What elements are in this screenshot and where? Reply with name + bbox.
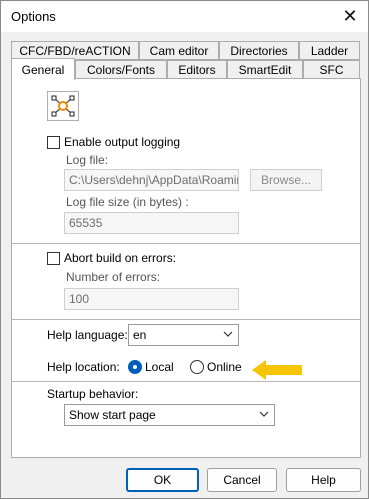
chevron-down-icon xyxy=(259,411,269,417)
help-language-label: Help language: xyxy=(47,328,128,342)
tab-label: General xyxy=(21,62,65,77)
tab-label: Ladder xyxy=(310,43,349,58)
annotation-arrow-icon xyxy=(252,360,302,380)
general-tab-panel: Enable output logging Log file: C:\Users… xyxy=(11,78,361,458)
browse-button[interactable]: Browse... xyxy=(250,169,322,191)
help-language-value: en xyxy=(133,328,147,342)
options-dialog: Options ✕ CFC/FBD/reACTION Cam editor Di… xyxy=(0,0,369,499)
number-of-errors-field[interactable]: 100 xyxy=(64,288,239,310)
tab-label: SFC xyxy=(319,62,344,77)
log-file-field[interactable]: C:\Users\dehnj\AppData\Roaming\ xyxy=(64,169,239,191)
tab-ladder[interactable]: Ladder xyxy=(299,41,360,60)
log-file-label: Log file: xyxy=(66,153,109,167)
abort-build-checkbox[interactable] xyxy=(47,252,60,265)
chevron-down-icon xyxy=(223,331,233,337)
tab-label: Cam editor xyxy=(149,43,209,58)
title-bar: Options ✕ xyxy=(1,1,368,32)
cancel-button[interactable]: Cancel xyxy=(207,468,277,492)
tab-label: CFC/FBD/reACTION xyxy=(19,43,131,58)
tab-label: Colors/Fonts xyxy=(86,62,156,77)
cfc-network-button[interactable] xyxy=(47,91,79,121)
help-location-online-radio[interactable] xyxy=(190,360,204,374)
log-file-size-label: Log file size (in bytes) : xyxy=(66,195,189,209)
startup-behavior-label: Startup behavior: xyxy=(47,387,139,401)
enable-output-logging-label: Enable output logging xyxy=(64,135,181,149)
tab-label: SmartEdit xyxy=(238,62,292,77)
startup-behavior-select[interactable]: Show start page xyxy=(64,404,275,426)
help-location-local-radio[interactable] xyxy=(128,360,142,374)
tab-cam-editor[interactable]: Cam editor xyxy=(139,41,219,60)
close-button[interactable]: ✕ xyxy=(332,1,368,32)
tab-label: Directories xyxy=(230,43,288,58)
help-location-label: Help location: xyxy=(47,360,120,374)
help-language-select[interactable]: en xyxy=(128,324,239,346)
tab-colors-fonts[interactable]: Colors/Fonts xyxy=(75,60,167,79)
dialog-footer: OK Cancel Help xyxy=(1,461,368,498)
separator xyxy=(12,243,360,244)
cfc-network-icon xyxy=(51,95,75,117)
help-button[interactable]: Help xyxy=(286,468,361,492)
abort-build-label: Abort build on errors: xyxy=(64,251,177,265)
log-file-size-field[interactable]: 65535 xyxy=(64,212,239,234)
tab-directories[interactable]: Directories xyxy=(219,41,299,60)
dialog-title: Options xyxy=(11,9,56,24)
startup-behavior-value: Show start page xyxy=(69,408,156,422)
close-icon: ✕ xyxy=(342,6,358,26)
tab-smartedit[interactable]: SmartEdit xyxy=(227,60,303,79)
tab-label: Editors xyxy=(178,62,216,77)
help-location-local-label: Local xyxy=(145,360,174,374)
enable-output-logging-checkbox[interactable] xyxy=(47,136,60,149)
tab-sfc[interactable]: SFC xyxy=(303,60,360,79)
ok-button[interactable]: OK xyxy=(126,468,199,492)
tab-general[interactable]: General xyxy=(11,58,75,80)
number-of-errors-label: Number of errors: xyxy=(66,270,161,284)
separator xyxy=(12,319,360,320)
separator xyxy=(12,381,360,382)
tab-editors[interactable]: Editors xyxy=(167,60,227,79)
help-location-online-label: Online xyxy=(207,360,242,374)
